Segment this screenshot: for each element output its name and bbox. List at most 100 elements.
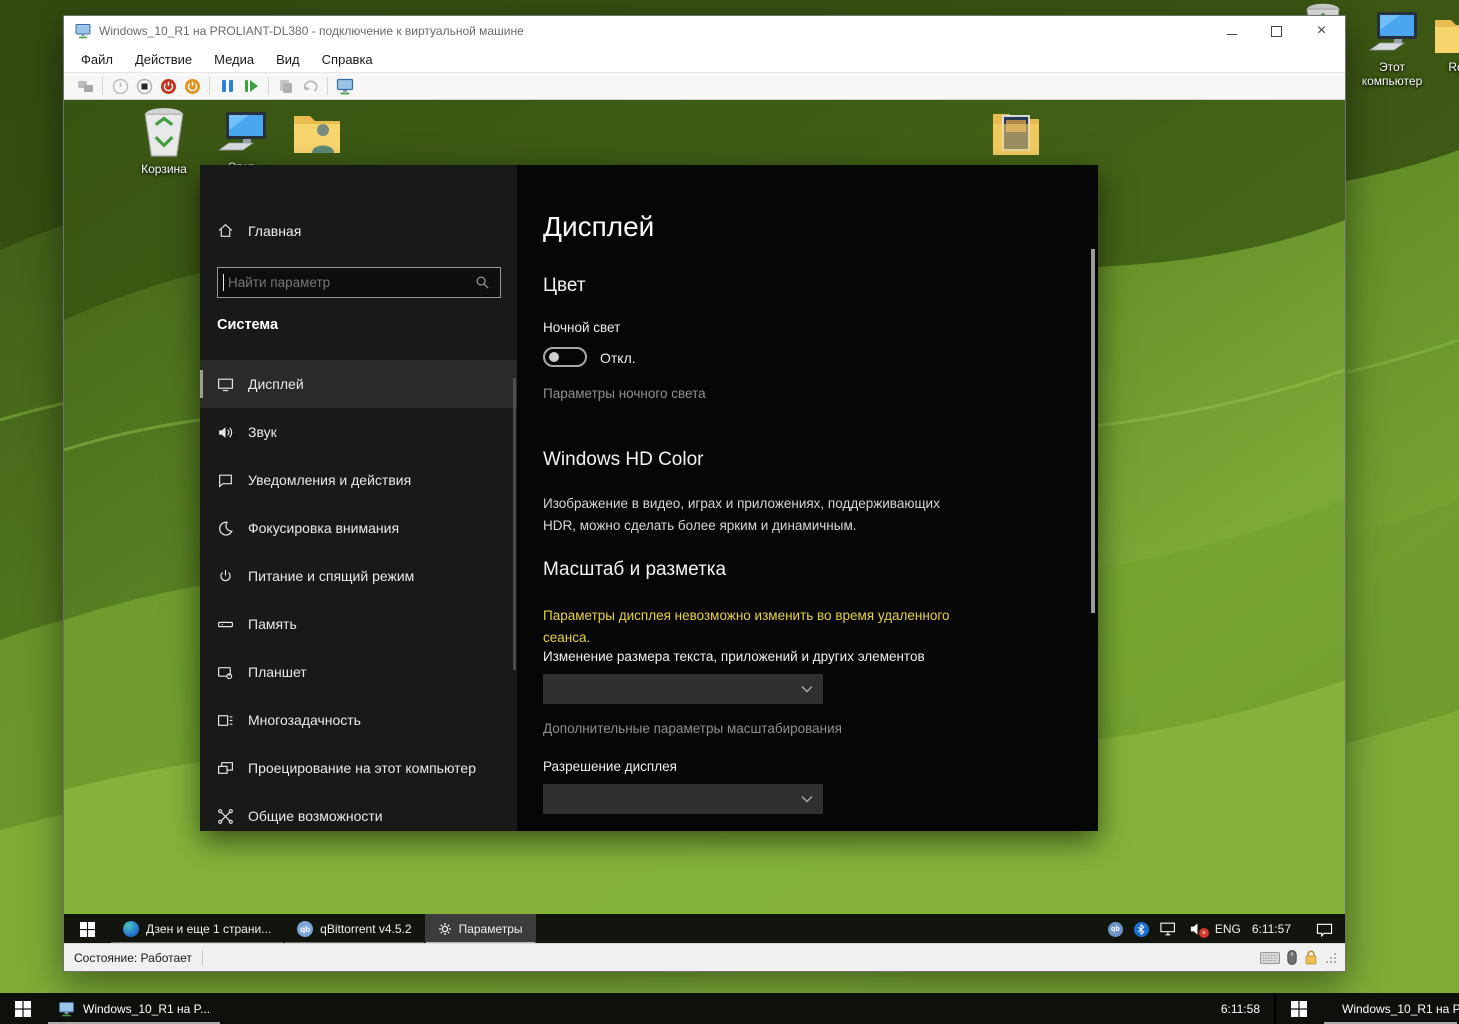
settings-search-box[interactable] (217, 267, 501, 298)
network-display-icon[interactable] (1160, 922, 1178, 936)
window-title: Windows_10_R1 на PROLIANT-DL380 - подклю… (99, 24, 524, 38)
vm-clock[interactable]: 6:11:57 (1252, 922, 1291, 936)
night-light-settings-link[interactable]: Параметры ночного света (543, 386, 706, 401)
content-scrollbar[interactable] (1091, 249, 1095, 613)
night-light-state: Откл. (600, 350, 636, 366)
display-icon (217, 376, 234, 393)
sidebar-item-label: Проецирование на этот компьютер (248, 760, 476, 776)
host-start-button-2[interactable] (1276, 993, 1322, 1024)
lock-status-icon (1304, 950, 1318, 965)
bluetooth-icon[interactable] (1134, 922, 1149, 937)
sidebar-item-label: Планшет (248, 664, 307, 680)
sidebar-item-power-sleep[interactable]: Питание и спящий режим (200, 552, 517, 600)
hyperv-app-icon (58, 1001, 75, 1017)
toolbar-separator (209, 77, 210, 95)
scale-dropdown[interactable] (543, 674, 823, 704)
menu-file[interactable]: Файл (70, 48, 124, 71)
recycle-bin-icon (138, 106, 190, 160)
vm-system-tray: qb × ENG 6:11:57 (1108, 914, 1345, 944)
language-indicator[interactable]: ENG (1215, 922, 1241, 936)
hyperv-app-icon (75, 23, 91, 39)
host-task-vmconnect-2[interactable]: Windows_10_R1 на P... (1322, 993, 1459, 1024)
keyboard-status-icon (1260, 952, 1280, 964)
hdr-description: Изображение в видео, играх и приложениях… (543, 493, 975, 537)
task-label: Параметры (459, 922, 523, 936)
host-desktop-icon-folder[interactable]: Ror (1428, 12, 1459, 74)
hyperv-title-bar[interactable]: Windows_10_R1 на PROLIANT-DL380 - подклю… (64, 16, 1345, 46)
shut-down-button[interactable] (156, 75, 180, 97)
multitasking-icon (217, 712, 234, 729)
sidebar-scrollbar[interactable] (513, 378, 516, 670)
host-desktop-icon-this-pc[interactable]: Этот компьютер (1352, 10, 1432, 88)
hyperv-status-bar: Состояние: Работает (64, 943, 1345, 971)
sidebar-item-multitasking[interactable]: Многозадачность (200, 696, 517, 744)
search-input[interactable] (224, 275, 475, 290)
search-icon[interactable] (475, 275, 490, 290)
vm-desktop-icon-user-folder[interactable] (277, 108, 357, 158)
sidebar-item-projecting[interactable]: Проецирование на этот компьютер (200, 744, 517, 792)
statusbar-divider (202, 950, 203, 966)
vm-desktop-icon-recycle-bin[interactable]: Корзина (124, 106, 204, 176)
sidebar-item-focus-assist[interactable]: Фокусировка внимания (200, 504, 517, 552)
menu-media[interactable]: Медиа (203, 48, 265, 71)
toolbar-separator (268, 77, 269, 95)
sidebar-item-label: Питание и спящий режим (248, 568, 414, 584)
vm-state-text: Состояние: Работает (64, 951, 202, 965)
menu-help[interactable]: Справка (311, 48, 384, 71)
start-vm-button[interactable] (108, 75, 132, 97)
this-pc-icon (213, 110, 269, 158)
enhanced-session-button[interactable] (333, 75, 357, 97)
tablet-icon (217, 664, 234, 681)
vm-start-button[interactable] (64, 914, 110, 944)
remote-session-warning: Параметры дисплея невозможно изменить во… (543, 605, 983, 649)
sidebar-item-label: Дисплей (248, 376, 304, 392)
sidebar-home-label: Главная (248, 223, 301, 239)
sidebar-item-home[interactable]: Главная (217, 222, 301, 239)
host-clock[interactable]: 6:11:58 (1221, 1002, 1274, 1016)
vm-task-settings[interactable]: Параметры (425, 914, 536, 944)
advanced-scaling-link[interactable]: Дополнительные параметры масштабирования (543, 721, 842, 736)
color-section-title: Цвет (543, 275, 586, 297)
turn-off-button[interactable] (132, 75, 156, 97)
sidebar-section-label: Система (217, 317, 278, 333)
vm-desktop-icon-media-folder[interactable] (976, 104, 1056, 160)
pause-button[interactable] (215, 75, 239, 97)
sidebar-item-sound[interactable]: Звук (200, 408, 517, 456)
toggle-knob (549, 352, 559, 362)
sidebar-item-shared-experiences[interactable]: Общие возможности (200, 792, 517, 831)
volume-muted-icon[interactable]: × (1189, 922, 1204, 936)
reset-button[interactable] (239, 75, 263, 97)
user-folder-icon (290, 108, 344, 158)
toolbar-separator (102, 77, 103, 95)
minimize-button[interactable] (1209, 16, 1254, 46)
night-light-toggle[interactable] (543, 347, 587, 367)
close-button[interactable]: × (1299, 16, 1344, 46)
windows-logo-icon (15, 1001, 31, 1017)
settings-window: ← Параметры × Главная (200, 165, 1098, 831)
maximize-button[interactable] (1254, 16, 1299, 46)
resolution-dropdown[interactable] (543, 784, 823, 814)
menu-action[interactable]: Действие (124, 48, 203, 71)
power-sleep-icon (217, 568, 234, 585)
icon-label: Этот компьютер (1352, 60, 1432, 88)
host-task-vmconnect[interactable]: Windows_10_R1 на P... (46, 993, 222, 1024)
vm-task-edge[interactable]: Дзен и еще 1 страни... (110, 914, 284, 944)
ctrl-alt-del-button[interactable] (73, 75, 97, 97)
checkpoint-button[interactable] (274, 75, 298, 97)
resize-grip[interactable] (1325, 952, 1337, 964)
sidebar-item-display[interactable]: Дисплей (200, 360, 517, 408)
sidebar-item-storage[interactable]: Память (200, 600, 517, 648)
sidebar-item-tablet[interactable]: Планшет (200, 648, 517, 696)
save-state-button[interactable] (180, 75, 204, 97)
sidebar-item-notifications[interactable]: Уведомления и действия (200, 456, 517, 504)
action-center-icon[interactable] (1316, 922, 1333, 937)
focus-assist-icon (217, 520, 234, 537)
menu-view[interactable]: Вид (265, 48, 311, 71)
vm-task-qbittorrent[interactable]: qb qBittorrent v4.5.2 (284, 914, 424, 944)
hyperv-vmconnect-window: Windows_10_R1 на PROLIANT-DL380 - подклю… (63, 15, 1346, 972)
notifications-icon (217, 472, 234, 489)
chevron-down-icon (801, 795, 813, 803)
host-start-button[interactable] (0, 993, 46, 1024)
qbittorrent-tray-icon[interactable]: qb (1108, 922, 1123, 937)
revert-button[interactable] (298, 75, 322, 97)
